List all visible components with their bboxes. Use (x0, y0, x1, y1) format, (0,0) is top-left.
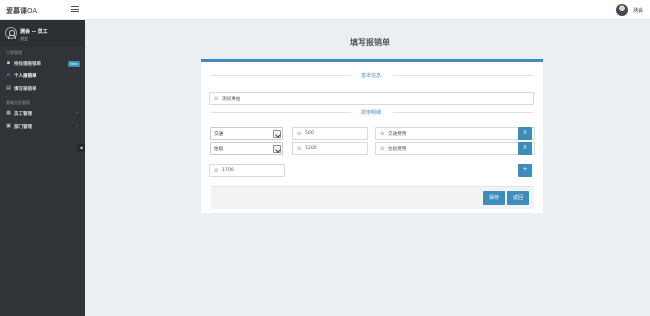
basic-info-label: 基本信息 (361, 72, 382, 79)
user-icon: ▦ (6, 110, 11, 116)
file-icon: ▪ (6, 60, 11, 66)
sidebar-item-label: 员工管理 (14, 112, 32, 117)
basic-info-legend: 基本信息 (211, 71, 533, 79)
amount-value: 500 (305, 131, 314, 137)
lock-icon: ⊝ (297, 145, 302, 152)
brand-suffix: OA (27, 7, 38, 15)
chevron-down-icon (273, 145, 281, 153)
cause-value: 测试事由 (222, 97, 241, 103)
section-title-basic: 基础信息管理 (6, 100, 30, 105)
remark-value: 住宿费用 (388, 147, 407, 153)
lock-icon: ⊝ (214, 95, 219, 102)
sidebar-item-employees[interactable]: ▦ 员工管理 ‹ (0, 108, 85, 119)
sidebar-item-departments[interactable]: ▣ 部门管理 ‹ (0, 121, 85, 132)
page-title: 填写报销单 (350, 38, 390, 47)
total-amount-field: ⊝ 1700 (209, 164, 285, 177)
sidebar-item-label: 个人报销单 (14, 74, 37, 79)
profile-role: 测会 (20, 36, 28, 41)
expense-form-card: 基本信息 ⊝ 测试事由 费用明细 交通 ⊝ 500 ⊝ 交通费用 X 住宿 ⊝ … (201, 59, 543, 213)
amount-value: 1200 (305, 146, 317, 152)
amount-field[interactable]: ⊝ 1200 (292, 142, 368, 155)
expense-type-value: 交通 (214, 132, 224, 138)
lock-icon: ⊝ (380, 130, 385, 137)
profile-name: 测会 -- 员工 (20, 29, 48, 35)
amount-field[interactable]: ⊝ 500 (292, 127, 368, 140)
delete-row-button[interactable]: X (518, 142, 532, 155)
total-amount-value: 1700 (222, 168, 234, 174)
detail-legend: 费用明细 (211, 108, 533, 116)
chevron-left-icon: ‹ (76, 124, 78, 129)
user-avatar-icon (5, 27, 17, 39)
sidebar-item-label: 部门管理 (14, 125, 32, 130)
sidebar-item-label: 填写报销单 (14, 87, 37, 92)
lock-icon: ⊝ (297, 130, 302, 137)
home-icon: ⌂ (6, 72, 11, 78)
chevron-left-icon: ‹ (76, 111, 78, 116)
sidebar-item-label: 待处理报销单 (14, 62, 41, 67)
hamburger-icon[interactable] (71, 6, 79, 13)
save-button[interactable]: 保存 (483, 191, 505, 205)
chevron-down-icon (273, 130, 281, 138)
section-title-daily: 日常管理 (6, 50, 22, 55)
brand-logo[interactable]: 爱慕课OA (6, 6, 37, 16)
delete-row-button[interactable]: X (518, 127, 532, 140)
remark-field[interactable]: ⊝ 交通费用 (375, 127, 535, 140)
calendar-icon: ▤ (6, 85, 11, 91)
sidebar-item-personal[interactable]: ⌂ 个人报销单 (0, 70, 85, 81)
remark-field[interactable]: ⊝ 住宿费用 (375, 142, 535, 155)
cause-field[interactable]: ⊝ 测试事由 (209, 92, 534, 105)
form-footer: 保存 返回 (211, 186, 534, 209)
expense-type-select[interactable]: 交通 (210, 127, 283, 140)
sidebar-item-pending[interactable]: ▪ 待处理报销单 New (0, 58, 85, 69)
folder-icon: ▣ (6, 123, 11, 129)
add-row-button[interactable]: + (518, 164, 532, 177)
collapse-sidebar-button[interactable]: ◀ (77, 144, 85, 152)
user-avatar[interactable] (616, 4, 628, 16)
lock-icon: ⊝ (380, 145, 385, 152)
remark-value: 交通费用 (388, 132, 407, 138)
sidebar-profile: 测会 -- 员工 测会 (0, 20, 85, 46)
expense-type-select[interactable]: 住宿 (210, 142, 283, 155)
brand-main: 爱慕课 (6, 7, 27, 15)
top-header: 爱慕课OA 测会 (0, 0, 650, 20)
detail-label: 费用明细 (361, 109, 382, 116)
sidebar-item-fill[interactable]: ▤ 填写报销单 (0, 83, 85, 94)
new-badge: New (68, 60, 80, 67)
sidebar: 测会 -- 员工 测会 日常管理 ▪ 待处理报销单 New ⌂ 个人报销单 ▤ … (0, 20, 85, 316)
back-button[interactable]: 返回 (507, 191, 529, 205)
lock-icon: ⊝ (214, 167, 219, 174)
expense-type-value: 住宿 (214, 147, 224, 153)
user-name[interactable]: 测会 (633, 7, 643, 14)
